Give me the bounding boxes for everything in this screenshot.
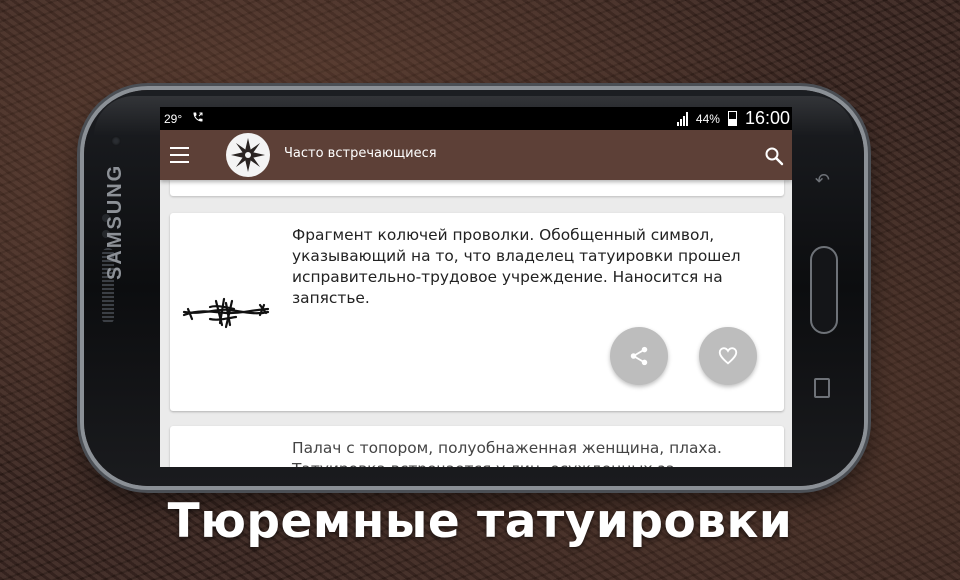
brand-logo: SAMSUNG	[104, 163, 126, 280]
heart-icon	[718, 347, 738, 365]
battery-percent: 44%	[695, 111, 720, 126]
tattoo-description: Фрагмент колючей проволки. Обобщенный си…	[292, 226, 741, 307]
recent-apps-icon[interactable]	[814, 378, 830, 398]
share-icon	[630, 346, 648, 366]
back-key-icon[interactable]: ↶	[815, 170, 830, 191]
front-camera	[111, 136, 121, 146]
tattoo-card[interactable]: Палач с топором, полуобнаженная женщина,…	[170, 426, 784, 467]
home-button[interactable]	[810, 246, 838, 334]
tattoo-card[interactable]: Фрагмент колючей проволки. Обобщенный си…	[170, 213, 784, 411]
phone-icon	[192, 111, 204, 126]
card-previous[interactable]	[170, 180, 784, 196]
app-title: Часто встречающиеся	[284, 146, 437, 161]
search-icon[interactable]	[764, 146, 784, 166]
phone-screen: 29° 44% 16:00 Часто встречающиеся Фрагме…	[160, 107, 792, 467]
app-logo	[226, 133, 270, 177]
card-list[interactable]: Фрагмент колючей проволки. Обобщенный си…	[160, 180, 792, 467]
tattoo-description: Палач с топором, полуобнаженная женщина,…	[292, 439, 722, 467]
app-bar: Часто встречающиеся	[160, 130, 792, 180]
battery-icon	[727, 111, 737, 126]
favorite-button[interactable]	[699, 327, 757, 385]
status-bar: 29° 44% 16:00	[160, 107, 792, 130]
share-button[interactable]	[610, 327, 668, 385]
signal-icon	[676, 111, 688, 126]
clock: 16:00	[744, 108, 790, 128]
temperature-text: 29°	[164, 111, 183, 126]
menu-icon[interactable]	[170, 147, 189, 163]
promo-caption: Тюремные татуировки	[167, 494, 793, 549]
barbed-wire-image	[180, 263, 272, 353]
